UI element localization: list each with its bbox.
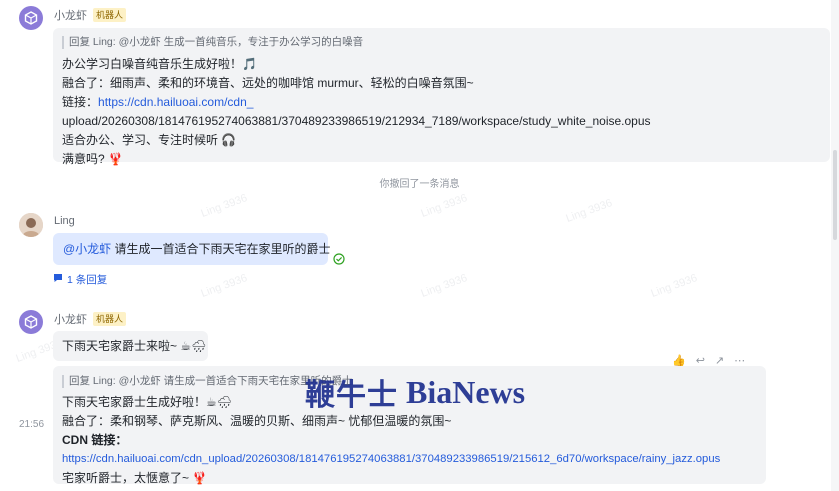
message-line: 办公学习白噪音纯音乐生成好啦！🎵 — [62, 57, 257, 71]
scrollbar-track[interactable] — [831, 0, 839, 491]
message-time: 21:56 — [19, 419, 45, 430]
sender-name[interactable]: 小龙虾 — [54, 7, 87, 23]
cdn-link-text[interactable]: https://cdn.hailuoai.com/cdn_upload/2026… — [62, 453, 720, 465]
bot-avatar-icon[interactable] — [19, 6, 43, 30]
cdn-link[interactable]: https://cdn.hailuoai.com/cdn_ — [98, 95, 253, 109]
message-line: 融合了：柔和钢琴、萨克斯风、温暖的贝斯、细雨声~ 忧郁但温暖的氛围~ — [62, 414, 452, 428]
message-bubble[interactable]: @小龙虾 请生成一首适合下雨天宅在家里听的爵士 — [53, 233, 331, 265]
message-line: 满意吗? 🦞 — [62, 152, 123, 166]
thread-reply-link[interactable]: 1 条回复 — [53, 272, 107, 287]
reply-count-label: 1 条回复 — [67, 274, 108, 286]
watermark: Ling 3936 — [564, 197, 614, 225]
scrollbar-thumb[interactable] — [833, 150, 837, 240]
watermark: Ling 3936 — [199, 192, 249, 220]
watermark: Ling 3936 — [649, 272, 699, 300]
message-text: 请生成一首适合下雨天宅在家里听的爵士 — [111, 242, 331, 256]
message-bubble[interactable]: 回复 Ling: @小龙虾 生成一首纯音乐，专注于办公学习的白噪音 办公学习白噪… — [53, 28, 830, 166]
message-bubble[interactable]: 下雨天宅家爵士来啦~ ☕🌧 — [53, 331, 208, 361]
bot-badge: 机器人 — [93, 312, 127, 326]
brand-watermark-en: BiaNews — [406, 373, 526, 410]
message-line: @小龙虾 请生成一首适合下雨天宅在家里听的爵士 — [63, 240, 331, 259]
link-label: 链接： — [62, 95, 99, 109]
brand-watermark: 鞭牛士 BiaNews — [305, 370, 525, 414]
user-avatar[interactable] — [19, 213, 43, 237]
link-continuation[interactable]: upload/20260308/181476195274063881/37048… — [62, 112, 822, 131]
sender-row: 小龙虾 机器人 — [54, 7, 127, 23]
message-line: 下雨天宅家爵士来啦~ ☕🌧 — [62, 339, 207, 353]
bot-badge: 机器人 — [93, 8, 127, 22]
bot-avatar-icon[interactable] — [19, 310, 43, 334]
watermark: Ling 3936 — [199, 272, 249, 300]
sender-name[interactable]: Ling — [54, 215, 75, 227]
reply-quote[interactable]: 回复 Ling: @小龙虾 生成一首纯音乐，专注于办公学习的白噪音 — [62, 36, 822, 49]
watermark: Ling 3936 — [419, 192, 469, 220]
brand-watermark-cn: 鞭牛士 — [305, 379, 398, 412]
read-check-icon — [333, 253, 345, 268]
message-line: 宅家听爵士，太惬意了~ 🦞 — [62, 471, 208, 485]
sender-row: 小龙虾 机器人 — [54, 311, 127, 327]
reply-thread-icon — [53, 273, 63, 286]
message-line: 融合了：细雨声、柔和的环境音、远处的咖啡馆 murmur、轻松的白噪音氛围~ — [62, 76, 474, 90]
sender-name[interactable]: 小龙虾 — [54, 311, 87, 327]
message-line: 链接：https://cdn.hailuoai.com/cdn_ — [62, 93, 822, 112]
system-note: 你撤回了一条消息 — [379, 179, 460, 190]
cdn-link[interactable]: https://cdn.hailuoai.com/cdn_upload/2026… — [62, 450, 758, 469]
message-line: 适合办公、学习、专注时候听 🎧 — [62, 133, 237, 147]
sender-row: Ling — [54, 215, 75, 227]
watermark: Ling 3936 — [419, 272, 469, 300]
mention[interactable]: @小龙虾 — [63, 242, 111, 256]
link-label: CDN 链接： — [62, 433, 128, 447]
